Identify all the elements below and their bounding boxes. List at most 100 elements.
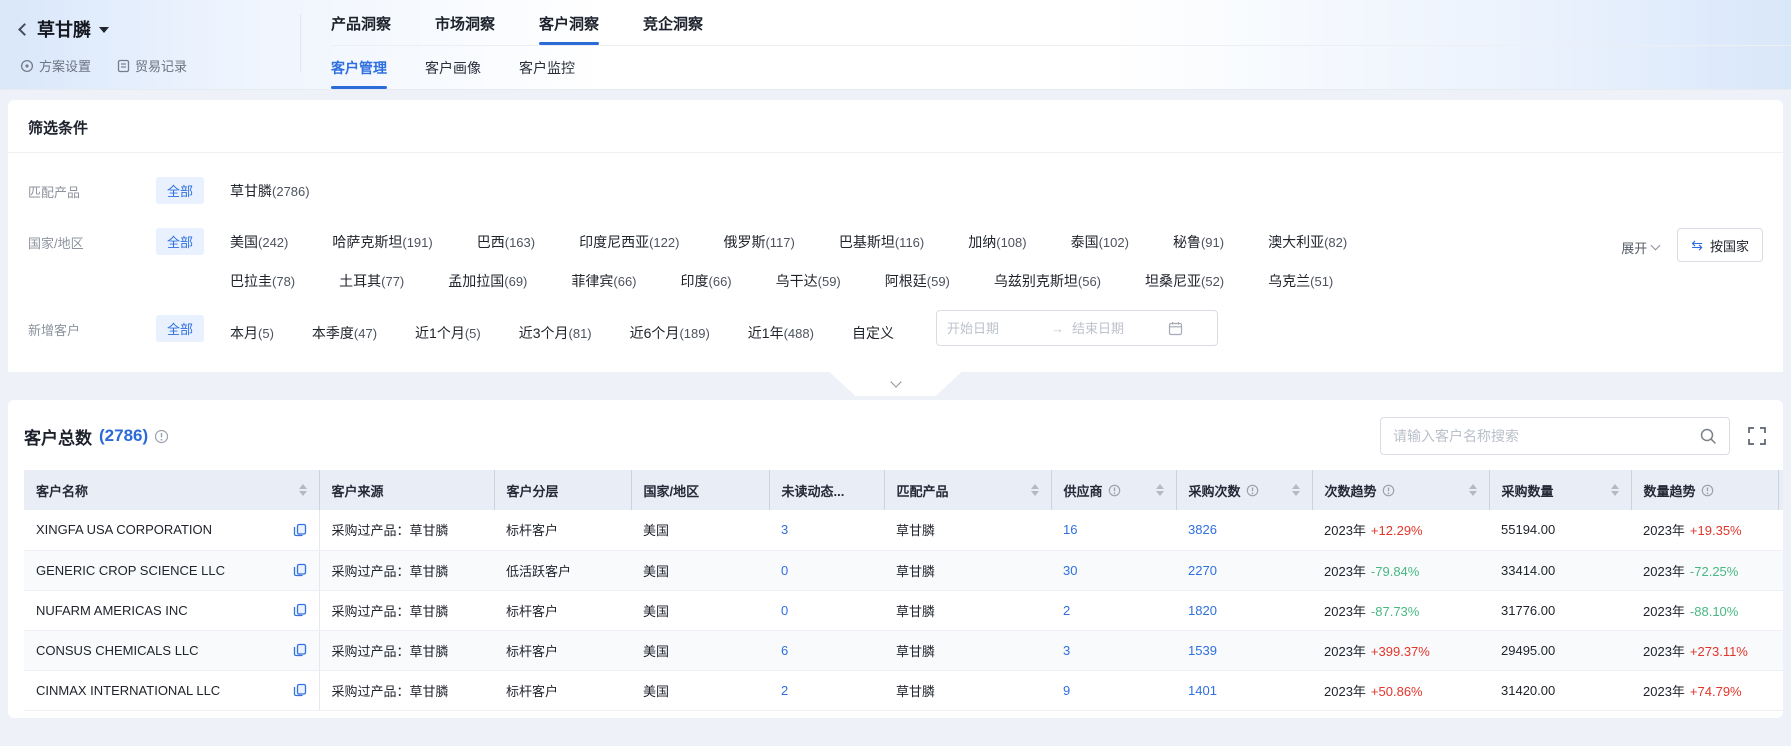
search-icon[interactable] [1699,427,1717,445]
fullscreen-icon[interactable] [1747,426,1767,446]
customer-search-input[interactable] [1393,428,1699,444]
title-dropdown-icon[interactable] [99,27,109,33]
tab-market-insight[interactable]: 市场洞察 [435,2,495,45]
table-row[interactable]: CINMAX INTERNATIONAL LLC 采购过产品：草甘膦 标杆客户 … [24,670,1783,710]
tab-customer-insight[interactable]: 客户洞察 [539,2,599,45]
expand-link[interactable]: 展开 [1621,234,1659,257]
supplier-count[interactable]: 2 [1063,603,1070,618]
unread-count[interactable]: 0 [781,563,788,578]
customer-name[interactable]: XINGFA USA CORPORATION [36,522,212,537]
period-item[interactable]: 近6个月(189) [630,319,710,343]
purchase-count[interactable]: 1539 [1188,643,1217,658]
new-customer-all-chip[interactable]: 全部 [156,315,204,342]
country-item[interactable]: 巴拉圭(78) [230,267,295,291]
info-icon[interactable] [154,429,169,444]
info-icon[interactable] [1246,484,1259,497]
col-matched-product[interactable]: 匹配产品 [884,470,1051,510]
product-filter-item[interactable]: 草甘膦(2786) [230,177,310,201]
custom-date-link[interactable]: 自定义 [852,319,894,343]
back-icon[interactable] [18,23,31,36]
subtab-customer-monitor[interactable]: 客户监控 [519,46,575,89]
period-item[interactable]: 本季度(47) [312,319,377,343]
country-item[interactable]: 乌克兰(51) [1268,267,1333,291]
supplier-count[interactable]: 16 [1063,522,1077,537]
country-item[interactable]: 阿根廷(59) [885,267,950,291]
unread-count[interactable]: 0 [781,603,788,618]
unread-count[interactable]: 3 [781,522,788,537]
start-date-input[interactable] [947,321,1043,336]
subtab-customer-management[interactable]: 客户管理 [331,46,387,89]
supplier-count[interactable]: 3 [1063,643,1070,658]
date-range-picker[interactable]: → [936,310,1218,346]
country-item[interactable]: 乌干达(59) [776,267,841,291]
country-item[interactable]: 澳大利亚(82) [1268,228,1347,252]
col-purchase-count[interactable]: 采购次数 [1176,470,1312,510]
copy-icon[interactable] [293,563,307,577]
table-row[interactable]: XINGFA USA CORPORATION 采购过产品：草甘膦 标杆客户 美国… [24,510,1783,550]
sort-icon[interactable] [1292,484,1300,496]
country-item[interactable]: 加纳(108) [968,228,1026,252]
country-item[interactable]: 乌兹别克斯坦(56) [994,267,1101,291]
purchase-count[interactable]: 2270 [1188,563,1217,578]
table-row[interactable]: GENERIC CROP SCIENCE LLC 采购过产品：草甘膦 低活跃客户… [24,550,1783,590]
country-item[interactable]: 秘鲁(91) [1173,228,1224,252]
table-row[interactable]: NUFARM AMERICAS INC 采购过产品：草甘膦 标杆客户 美国 0 … [24,590,1783,630]
supplier-count[interactable]: 9 [1063,683,1070,698]
col-customer-name[interactable]: 客户名称 [24,470,319,510]
customer-name[interactable]: NUFARM AMERICAS INC [36,603,188,618]
country-item[interactable]: 坦桑尼亚(52) [1145,267,1224,291]
sort-icon[interactable] [1156,484,1164,496]
purchase-count[interactable]: 1401 [1188,683,1217,698]
info-icon[interactable] [1108,484,1121,497]
unread-count[interactable]: 6 [781,643,788,658]
customer-name[interactable]: CONSUS CHEMICALS LLC [36,643,199,658]
col-quantity-trend[interactable]: 数量趋势 [1631,470,1778,510]
customer-name[interactable]: CINMAX INTERNATIONAL LLC [36,683,220,698]
customer-search-box[interactable] [1380,417,1730,455]
sort-icon[interactable] [299,484,307,496]
country-item[interactable]: 哈萨克斯坦(191) [332,228,432,252]
copy-icon[interactable] [293,523,307,537]
sort-icon[interactable] [1469,484,1477,496]
info-icon[interactable] [1701,484,1714,497]
tab-product-insight[interactable]: 产品洞察 [331,2,391,45]
tab-competitor-insight[interactable]: 竞企洞察 [643,2,703,45]
country-item[interactable]: 印度尼西亚(122) [579,228,679,252]
country-item[interactable]: 印度(66) [681,267,732,291]
country-item[interactable]: 泰国(102) [1071,228,1129,252]
period-item[interactable]: 近1年(488) [748,319,814,343]
table-row[interactable]: CONSUS CHEMICALS LLC 采购过产品：草甘膦 标杆客户 美国 6… [24,630,1783,670]
supplier-count[interactable]: 30 [1063,563,1077,578]
country-item[interactable]: 土耳其(77) [339,267,404,291]
group-by-country-button[interactable]: ⇆ 按国家 [1677,228,1763,262]
country-item[interactable]: 巴基斯坦(116) [839,228,924,252]
col-partial[interactable] [1778,470,1783,510]
subtab-customer-profile[interactable]: 客户画像 [425,46,481,89]
country-item[interactable]: 俄罗斯(117) [723,228,794,252]
country-item[interactable]: 孟加拉国(69) [448,267,527,291]
col-count-trend[interactable]: 次数趋势 [1312,470,1489,510]
sort-icon[interactable] [1611,484,1619,496]
purchase-count[interactable]: 1820 [1188,603,1217,618]
end-date-input[interactable] [1072,321,1168,336]
country-all-chip[interactable]: 全部 [156,228,204,255]
period-item[interactable]: 本月(5) [230,319,274,343]
copy-icon[interactable] [293,683,307,697]
customer-name[interactable]: GENERIC CROP SCIENCE LLC [36,563,225,578]
sort-icon[interactable] [1031,484,1039,496]
copy-icon[interactable] [293,643,307,657]
col-purchase-quantity[interactable]: 采购数量 [1489,470,1631,510]
col-suppliers[interactable]: 供应商 [1051,470,1176,510]
purchase-count[interactable]: 3826 [1188,522,1217,537]
country-item[interactable]: 巴西(163) [477,228,535,252]
period-item[interactable]: 近1个月(5) [415,319,481,343]
period-item[interactable]: 近3个月(81) [519,319,592,343]
trade-records-button[interactable]: 贸易记录 [117,56,187,75]
scheme-settings-button[interactable]: 方案设置 [20,56,91,75]
country-item[interactable]: 美国(242) [230,228,288,252]
info-icon[interactable] [1382,484,1395,497]
unread-count[interactable]: 2 [781,683,788,698]
copy-icon[interactable] [293,603,307,617]
product-all-chip[interactable]: 全部 [156,177,204,204]
country-item[interactable]: 菲律宾(66) [571,267,636,291]
